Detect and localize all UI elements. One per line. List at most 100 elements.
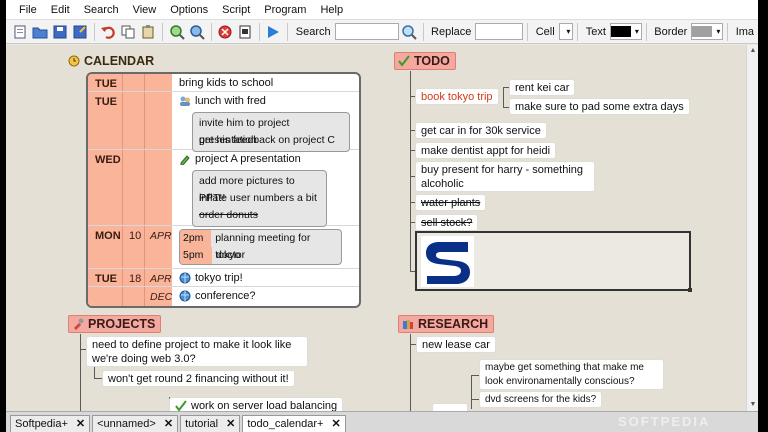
cell-divider	[144, 226, 145, 268]
tree-connector	[410, 71, 411, 271]
research-heading[interactable]: RESEARCH	[398, 315, 495, 333]
calendar-row[interactable]: TUE bring kids to school	[88, 74, 359, 92]
search-icon[interactable]	[401, 23, 417, 41]
project-item-financing[interactable]: won't get round 2 financing without it!	[102, 370, 295, 387]
tree-connector	[94, 366, 95, 378]
calendar-row[interactable]: DEC conference?	[88, 287, 359, 306]
tab-softpedia[interactable]: Softpedia+ ✕	[10, 415, 91, 432]
schedule-box[interactable]: 2pm planning meeting for tokyo 5pm doctor	[179, 229, 342, 265]
tab-todo-calendar[interactable]: todo_calendar+ ✕	[242, 415, 346, 432]
tab-unnamed[interactable]: <unnamed> ✕	[92, 415, 179, 432]
todo-item-present[interactable]: buy present for harry - something alcoho…	[415, 161, 595, 192]
project-item-define[interactable]: need to define project to make it look l…	[86, 336, 308, 367]
tree-connector	[503, 87, 504, 107]
scroll-up-icon[interactable]: ▲	[749, 47, 757, 55]
calendar-heading[interactable]: CALENDAR	[68, 52, 154, 70]
event-text[interactable]: tokyo trip!	[179, 272, 243, 284]
menu-help[interactable]: Help	[313, 4, 350, 16]
mindmap-canvas[interactable]: CALENDAR TUE bring kids to school TUE lu…	[6, 45, 746, 411]
todo-item-tokyo[interactable]: book tokyo trip	[415, 88, 499, 105]
subnote-box[interactable]: invite him to project presentation get h…	[192, 112, 350, 152]
wrench-icon	[74, 318, 84, 330]
open-folder-icon[interactable]	[32, 23, 48, 41]
border-color-swatch	[692, 26, 713, 37]
logo-image	[421, 236, 474, 287]
menu-program[interactable]: Program	[257, 4, 313, 16]
cell-divider	[144, 74, 145, 91]
vertical-scrollbar[interactable]: ▲ ▼	[746, 45, 758, 411]
research-item-partial[interactable]	[432, 403, 468, 411]
replace-input[interactable]	[475, 23, 524, 40]
menu-script[interactable]: Script	[215, 4, 257, 16]
menu-search[interactable]: Search	[77, 4, 126, 16]
image-node[interactable]	[415, 231, 692, 292]
projects-heading[interactable]: PROJECTS	[68, 315, 162, 333]
cell-color-select[interactable]: ▾	[558, 23, 574, 40]
app-window: File Edit Search View Options Script Pro…	[6, 0, 758, 432]
menu-edit[interactable]: Edit	[44, 4, 77, 16]
text-color-swatch	[610, 26, 631, 37]
scroll-down-icon[interactable]: ▼	[749, 401, 757, 409]
day-number: 10	[129, 230, 142, 242]
todo-item-car[interactable]: rent kei car	[509, 79, 576, 96]
border-color-select[interactable]: ▾	[691, 23, 724, 40]
run-script-icon[interactable]	[265, 23, 281, 41]
cell-divider	[144, 92, 145, 149]
month-label: APR	[150, 230, 172, 242]
event-text[interactable]: conference?	[179, 290, 256, 302]
menu-view[interactable]: View	[126, 4, 164, 16]
tree-connector	[410, 334, 411, 411]
event-text[interactable]: lunch with fred	[179, 95, 266, 107]
tree-connector	[471, 399, 479, 400]
research-title: RESEARCH	[418, 317, 489, 331]
calendar-row[interactable]: TUE lunch with fred invite him to projec…	[88, 92, 359, 152]
subnote: get his feedback on project C	[199, 134, 335, 146]
toolbar: Search Replace Cell ▾ Text ▾ Border ▾ Im…	[6, 20, 758, 44]
event-label: tokyo trip!	[195, 272, 243, 284]
todo-item-service[interactable]: get car in for 30k service	[415, 122, 547, 139]
zoom-out-icon[interactable]	[189, 23, 205, 41]
calendar-row[interactable]: TUE 18 APR tokyo trip!	[88, 269, 359, 287]
text-color-select[interactable]: ▾	[609, 23, 642, 40]
tree-connector	[471, 375, 472, 409]
subnote-box[interactable]: add more pictures to PPT!! inflate user …	[192, 170, 327, 227]
todo-item-pad[interactable]: make sure to pad some extra days	[509, 98, 690, 115]
menu-file[interactable]: File	[12, 4, 44, 16]
subnote: invite him to project presentation	[199, 117, 290, 146]
event-text[interactable]: bring kids to school	[179, 77, 273, 89]
search-input[interactable]	[334, 23, 399, 40]
calendar-row[interactable]: MON 10 APR 2pm planning meeting for tokyo…	[88, 226, 359, 269]
schedule-row: 5pm doctor	[180, 247, 341, 264]
close-icon[interactable]: ✕	[164, 416, 173, 432]
close-icon[interactable]: ✕	[331, 416, 340, 432]
close-icon[interactable]: ✕	[76, 416, 85, 432]
todo-item-dentist[interactable]: make dentist appt for heidi	[415, 142, 557, 159]
subnote-done: order donuts	[199, 209, 258, 221]
calendar-grid[interactable]: TUE bring kids to school TUE lunch with …	[86, 72, 361, 308]
menu-options[interactable]: Options	[163, 4, 215, 16]
schedule-row: 2pm planning meeting for tokyo	[180, 230, 341, 261]
save-as-icon[interactable]	[72, 23, 88, 41]
people-icon	[180, 96, 190, 106]
zoom-in-icon[interactable]	[169, 23, 185, 41]
calendar-row[interactable]: WED project A presentation add more pict…	[88, 150, 359, 227]
tab-tutorial[interactable]: tutorial ✕	[180, 415, 241, 432]
save-icon[interactable]	[52, 23, 68, 41]
todo-heading[interactable]: TODO	[394, 52, 456, 70]
stamp-icon[interactable]	[217, 23, 233, 41]
resize-handle[interactable]	[688, 288, 692, 292]
close-icon[interactable]: ✕	[226, 416, 235, 432]
research-item-enviro[interactable]: maybe get something that make me look en…	[479, 359, 664, 390]
undo-icon[interactable]	[100, 23, 116, 41]
research-item-dvd[interactable]: dvd screens for the kids?	[479, 391, 603, 408]
chevron-down-icon: ▾	[634, 27, 639, 36]
document-icon[interactable]	[237, 23, 253, 41]
copy-icon[interactable]	[120, 23, 136, 41]
todo-item-stock[interactable]: sell stock?	[415, 214, 479, 231]
todo-item-water[interactable]: water plants	[415, 194, 487, 211]
research-item-lease[interactable]: new lease car	[416, 336, 496, 353]
new-file-icon[interactable]	[12, 23, 28, 41]
paste-icon[interactable]	[140, 23, 156, 41]
project-item-load[interactable]: work on server load balancing	[169, 397, 344, 411]
event-text[interactable]: project A presentation	[179, 153, 301, 165]
